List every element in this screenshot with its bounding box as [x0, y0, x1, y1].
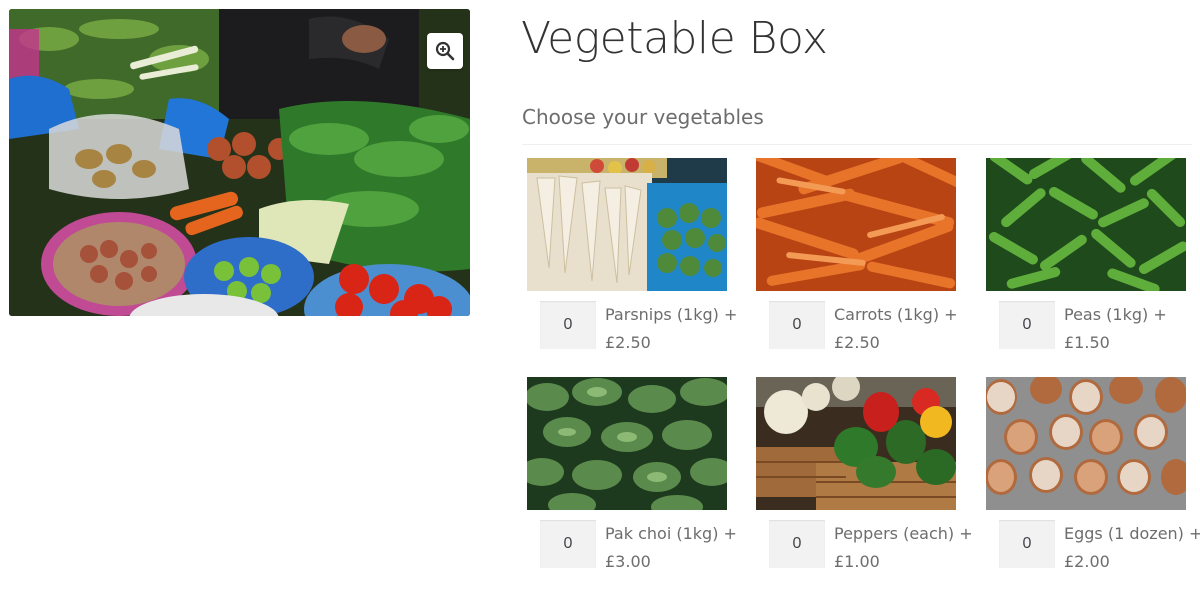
eggs-name: Eggs (1 dozen) +: [1064, 524, 1200, 543]
parsnips-name: Parsnips (1kg) +: [605, 305, 738, 324]
divider: [522, 144, 1192, 145]
product-item-peppers: Peppers (each) + £1.00: [756, 377, 973, 587]
product-item-eggs: Eggs (1 dozen) + £2.00: [986, 377, 1200, 587]
choose-vegetables-label: Choose your vegetables: [522, 105, 764, 129]
eggs-quantity-input[interactable]: [999, 520, 1055, 568]
pak-choi-quantity-input[interactable]: [540, 520, 596, 568]
product-item-pak-choi: Pak choi (1kg) + £3.00: [527, 377, 737, 587]
peppers-image[interactable]: [756, 377, 956, 510]
peas-quantity-input[interactable]: [999, 301, 1055, 349]
peas-price: £1.50: [1064, 333, 1110, 352]
product-item-parsnips: Parsnips (1kg) + £2.50: [527, 158, 737, 368]
parsnips-quantity-input[interactable]: [540, 301, 596, 349]
pak-choi-image[interactable]: [527, 377, 727, 510]
product-gallery-image[interactable]: [9, 9, 470, 316]
pak-choi-price: £3.00: [605, 552, 651, 571]
parsnips-image[interactable]: [527, 158, 727, 291]
carrots-price: £2.50: [834, 333, 880, 352]
pak-choi-name: Pak choi (1kg) +: [605, 524, 737, 543]
product-item-peas: Peas (1kg) + £1.50: [986, 158, 1186, 368]
peas-image[interactable]: [986, 158, 1186, 291]
product-item-carrots: Carrots (1kg) + £2.50: [756, 158, 958, 368]
product-title: Vegetable Box: [521, 13, 828, 64]
zoom-button[interactable]: [427, 33, 463, 69]
peppers-quantity-input[interactable]: [769, 520, 825, 568]
zoom-in-icon: [435, 41, 455, 61]
carrots-name: Carrots (1kg) +: [834, 305, 958, 324]
carrots-quantity-input[interactable]: [769, 301, 825, 349]
eggs-image[interactable]: [986, 377, 1186, 510]
peppers-price: £1.00: [834, 552, 880, 571]
parsnips-price: £2.50: [605, 333, 651, 352]
peppers-name: Peppers (each) +: [834, 524, 973, 543]
carrots-image[interactable]: [756, 158, 956, 291]
peas-name: Peas (1kg) +: [1064, 305, 1167, 324]
eggs-price: £2.00: [1064, 552, 1110, 571]
